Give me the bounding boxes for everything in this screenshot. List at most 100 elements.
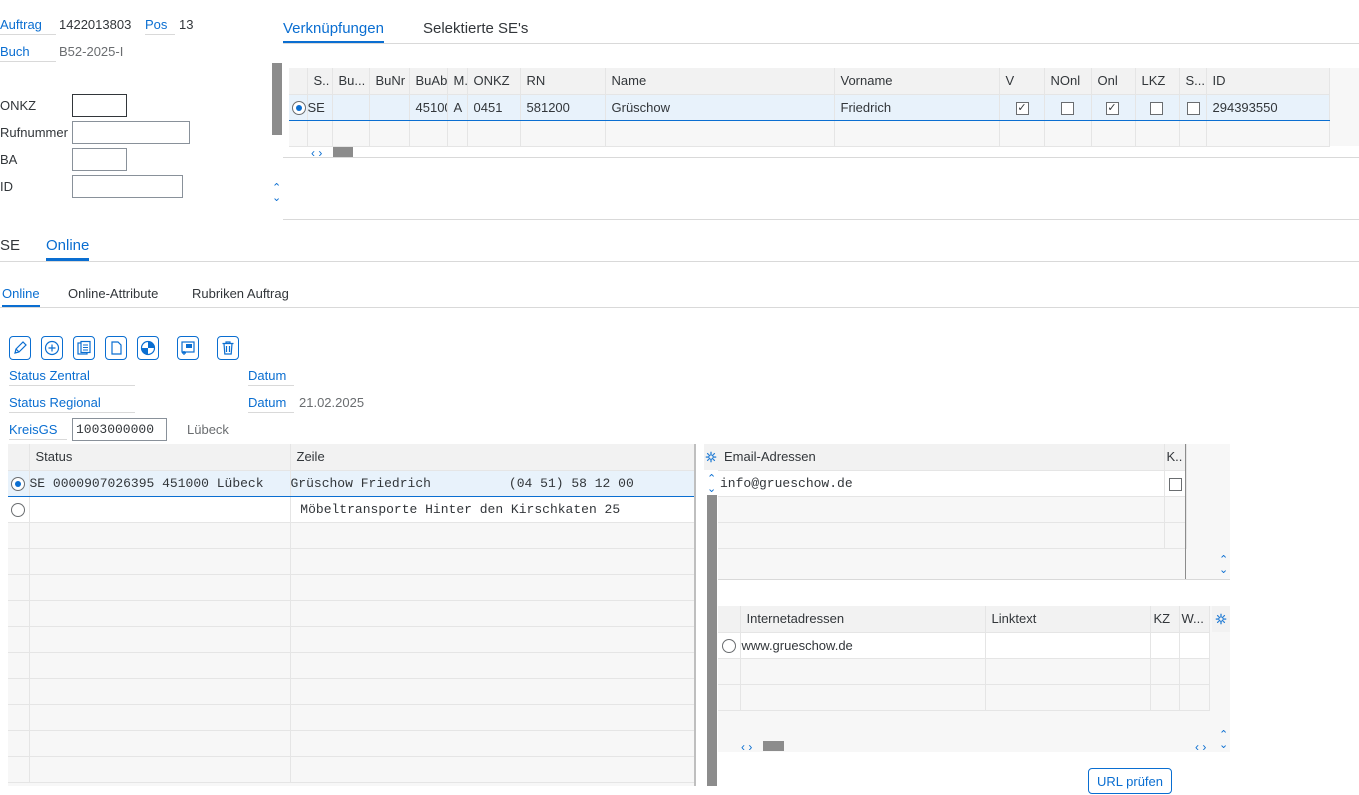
- col-k: K..: [1164, 444, 1187, 471]
- id-input[interactable]: [72, 175, 183, 198]
- checkbox-k[interactable]: [1168, 477, 1182, 491]
- insert-row-icon[interactable]: [177, 336, 199, 360]
- kreisgs-input[interactable]: 1003000000: [72, 418, 167, 441]
- email-table-bottom: [718, 579, 1230, 580]
- col-v: V: [999, 68, 1045, 95]
- col-zeile: Zeile: [290, 444, 695, 471]
- onkz-label: ONKZ: [0, 98, 37, 113]
- table-row[interactable]: SE 0000907026395 451000 Lübeck Grüschow …: [8, 470, 695, 497]
- email-table-border: [1185, 444, 1186, 580]
- trash-icon[interactable]: [217, 336, 239, 360]
- cell-s: SE: [307, 99, 325, 115]
- cell-id: 294393550: [1212, 99, 1278, 115]
- checkbox-s[interactable]: [1186, 101, 1200, 115]
- cell-name: Grüschow: [611, 99, 671, 115]
- col-buab: BuAb: [409, 68, 448, 95]
- tab-verknuepfungen[interactable]: Verknüpfungen: [283, 20, 384, 44]
- datum2-value: 21.02.2025: [299, 395, 365, 410]
- mid-tabs-divider: [0, 261, 1359, 262]
- tab-selektierte-se[interactable]: Selektierte SE's: [423, 20, 528, 37]
- col-s2: S...: [1179, 68, 1207, 95]
- checkbox-lkz[interactable]: [1149, 101, 1163, 115]
- col-vorname: Vorname: [834, 68, 1000, 95]
- subtab-online-attribute[interactable]: Online-Attribute: [68, 286, 158, 301]
- scroll-left-right-icon[interactable]: ‹ ›: [741, 741, 752, 753]
- splitter[interactable]: [694, 444, 696, 786]
- buch-value: B52-2025-I: [59, 44, 124, 59]
- cell-status: SE 0000907026395 451000 Lübeck: [29, 475, 264, 491]
- documents-icon[interactable]: [73, 336, 95, 360]
- link-table: S.. Bu... BuNr BuAb M.. ONKZ RN Name Vor…: [289, 68, 1330, 147]
- scroll-up-down-icon[interactable]: ⌃ ⌄: [1219, 555, 1228, 576]
- scroll-up-down-icon[interactable]: ⌃ ⌄: [272, 183, 281, 204]
- pos-label: Pos: [145, 16, 175, 35]
- subtab-rubriken-auftrag[interactable]: Rubriken Auftrag: [192, 286, 289, 301]
- onkz-input[interactable]: [72, 94, 127, 117]
- col-onkz: ONKZ: [467, 68, 521, 95]
- cell-url: www.grueschow.de: [741, 637, 853, 653]
- scroll-up-down-icon[interactable]: ⌃ ⌄: [1219, 730, 1228, 751]
- col-w: W...: [1179, 606, 1210, 633]
- col-nonl: NOnl: [1044, 68, 1092, 95]
- sub-tabs-divider: [0, 307, 1359, 308]
- datum1-label: Datum: [248, 367, 294, 386]
- url-pruefen-button[interactable]: URL prüfen: [1088, 768, 1172, 794]
- datum2-label: Datum: [248, 394, 294, 413]
- table-row[interactable]: info@grueschow.de: [718, 470, 1187, 497]
- link-table-hscroll-thumb[interactable]: [333, 147, 353, 157]
- top-section-divider: [283, 219, 1359, 220]
- cell-onkz: 0451: [473, 99, 503, 115]
- table-row[interactable]: Möbeltransporte Hinter den Kirschkaten 2…: [8, 496, 695, 523]
- pencil-icon[interactable]: [9, 336, 31, 360]
- kreisgs-text: Lübeck: [187, 422, 229, 437]
- rufnummer-label: Rufnummer: [0, 125, 68, 140]
- row-select-radio[interactable]: [11, 502, 25, 517]
- col-status: Status: [29, 444, 291, 471]
- checkbox-v[interactable]: ✓: [1015, 101, 1029, 115]
- cell-zeile: Grüschow Friedrich (04 51) 58 12 00: [290, 475, 634, 491]
- table-row[interactable]: www.grueschow.de: [718, 632, 1210, 659]
- pie-icon[interactable]: [137, 336, 159, 360]
- col-select: [289, 68, 308, 95]
- ba-input[interactable]: [72, 148, 127, 171]
- add-circle-icon[interactable]: [41, 336, 63, 360]
- col-select: [8, 444, 30, 471]
- gear-icon[interactable]: [704, 444, 718, 470]
- left-scrollbar-thumb[interactable]: [272, 63, 282, 135]
- checkbox-nonl[interactable]: [1060, 101, 1074, 115]
- cell-m: A: [453, 99, 463, 115]
- checkbox-onl[interactable]: ✓: [1105, 101, 1119, 115]
- buch-label: Buch: [0, 43, 56, 62]
- cell-rn: 581200: [526, 99, 570, 115]
- col-bunr: BuNr: [369, 68, 410, 95]
- document-icon[interactable]: [105, 336, 127, 360]
- cell-zeile: Möbeltransporte Hinter den Kirschkaten 2…: [292, 501, 621, 517]
- table-row[interactable]: SE 451000 A 0451 581200 Grüschow Friedri…: [289, 94, 1330, 121]
- cell-email: info@grueschow.de: [720, 475, 853, 491]
- rufnummer-input[interactable]: [72, 121, 190, 144]
- tab-online[interactable]: Online: [46, 237, 90, 261]
- col-s: S..: [307, 68, 333, 95]
- subtab-online[interactable]: Online: [2, 286, 40, 308]
- lines-table: Status Zeile SE 0000907026395 451000 Lüb…: [8, 444, 695, 783]
- tab-se[interactable]: SE: [0, 237, 20, 254]
- col-lkz: LKZ: [1135, 68, 1180, 95]
- row-select-radio[interactable]: [722, 638, 736, 653]
- col-linktext: Linktext: [985, 606, 1151, 633]
- url-table-hscroll-thumb[interactable]: [763, 741, 784, 751]
- kreisgs-label: KreisGS: [9, 421, 67, 440]
- col-m: M..: [447, 68, 468, 95]
- row-select-radio[interactable]: [11, 476, 25, 491]
- ba-label: BA: [0, 152, 18, 167]
- col-bu: Bu...: [332, 68, 370, 95]
- vertical-scrollbar-thumb[interactable]: [707, 495, 717, 786]
- status-zentral-label: Status Zentral: [9, 367, 135, 386]
- col-select: [718, 606, 741, 633]
- col-name: Name: [605, 68, 835, 95]
- email-table: Email-Adressen K.. info@grueschow.de: [718, 444, 1187, 549]
- scroll-left-right-icon[interactable]: ‹ ›: [1195, 741, 1206, 753]
- gear-icon[interactable]: [1212, 606, 1230, 632]
- row-select-radio[interactable]: [292, 100, 306, 115]
- cell-buab: 451000: [415, 99, 447, 115]
- scroll-up-down-icon[interactable]: ⌃ ⌄: [707, 474, 716, 495]
